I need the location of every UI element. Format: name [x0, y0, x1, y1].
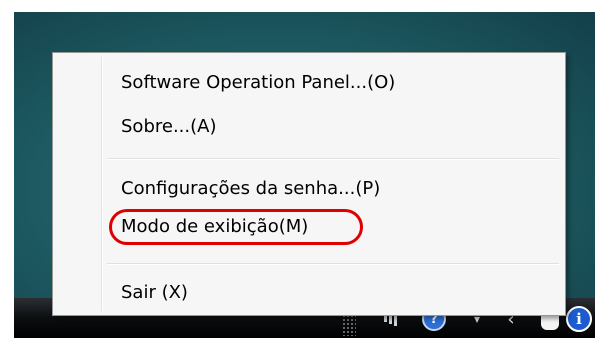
menu-icon-gutter [101, 57, 103, 311]
info-icon[interactable]: i [566, 306, 592, 332]
menu-separator [107, 158, 559, 160]
menu-separator [107, 263, 559, 265]
screen: ? ▾ ‹ i Software Operation Panel...(O) S… [0, 0, 597, 347]
context-menu: Software Operation Panel...(O) Sobre...(… [52, 52, 566, 316]
menu-item-software-operation-panel[interactable]: Software Operation Panel...(O) [121, 67, 395, 99]
highlight-outline [109, 209, 363, 245]
menu-item-sair[interactable]: Sair (X) [121, 277, 188, 309]
menu-item-configuracoes-senha[interactable]: Configurações da senha...(P) [121, 173, 380, 205]
menu-item-sobre[interactable]: Sobre...(A) [121, 111, 216, 143]
